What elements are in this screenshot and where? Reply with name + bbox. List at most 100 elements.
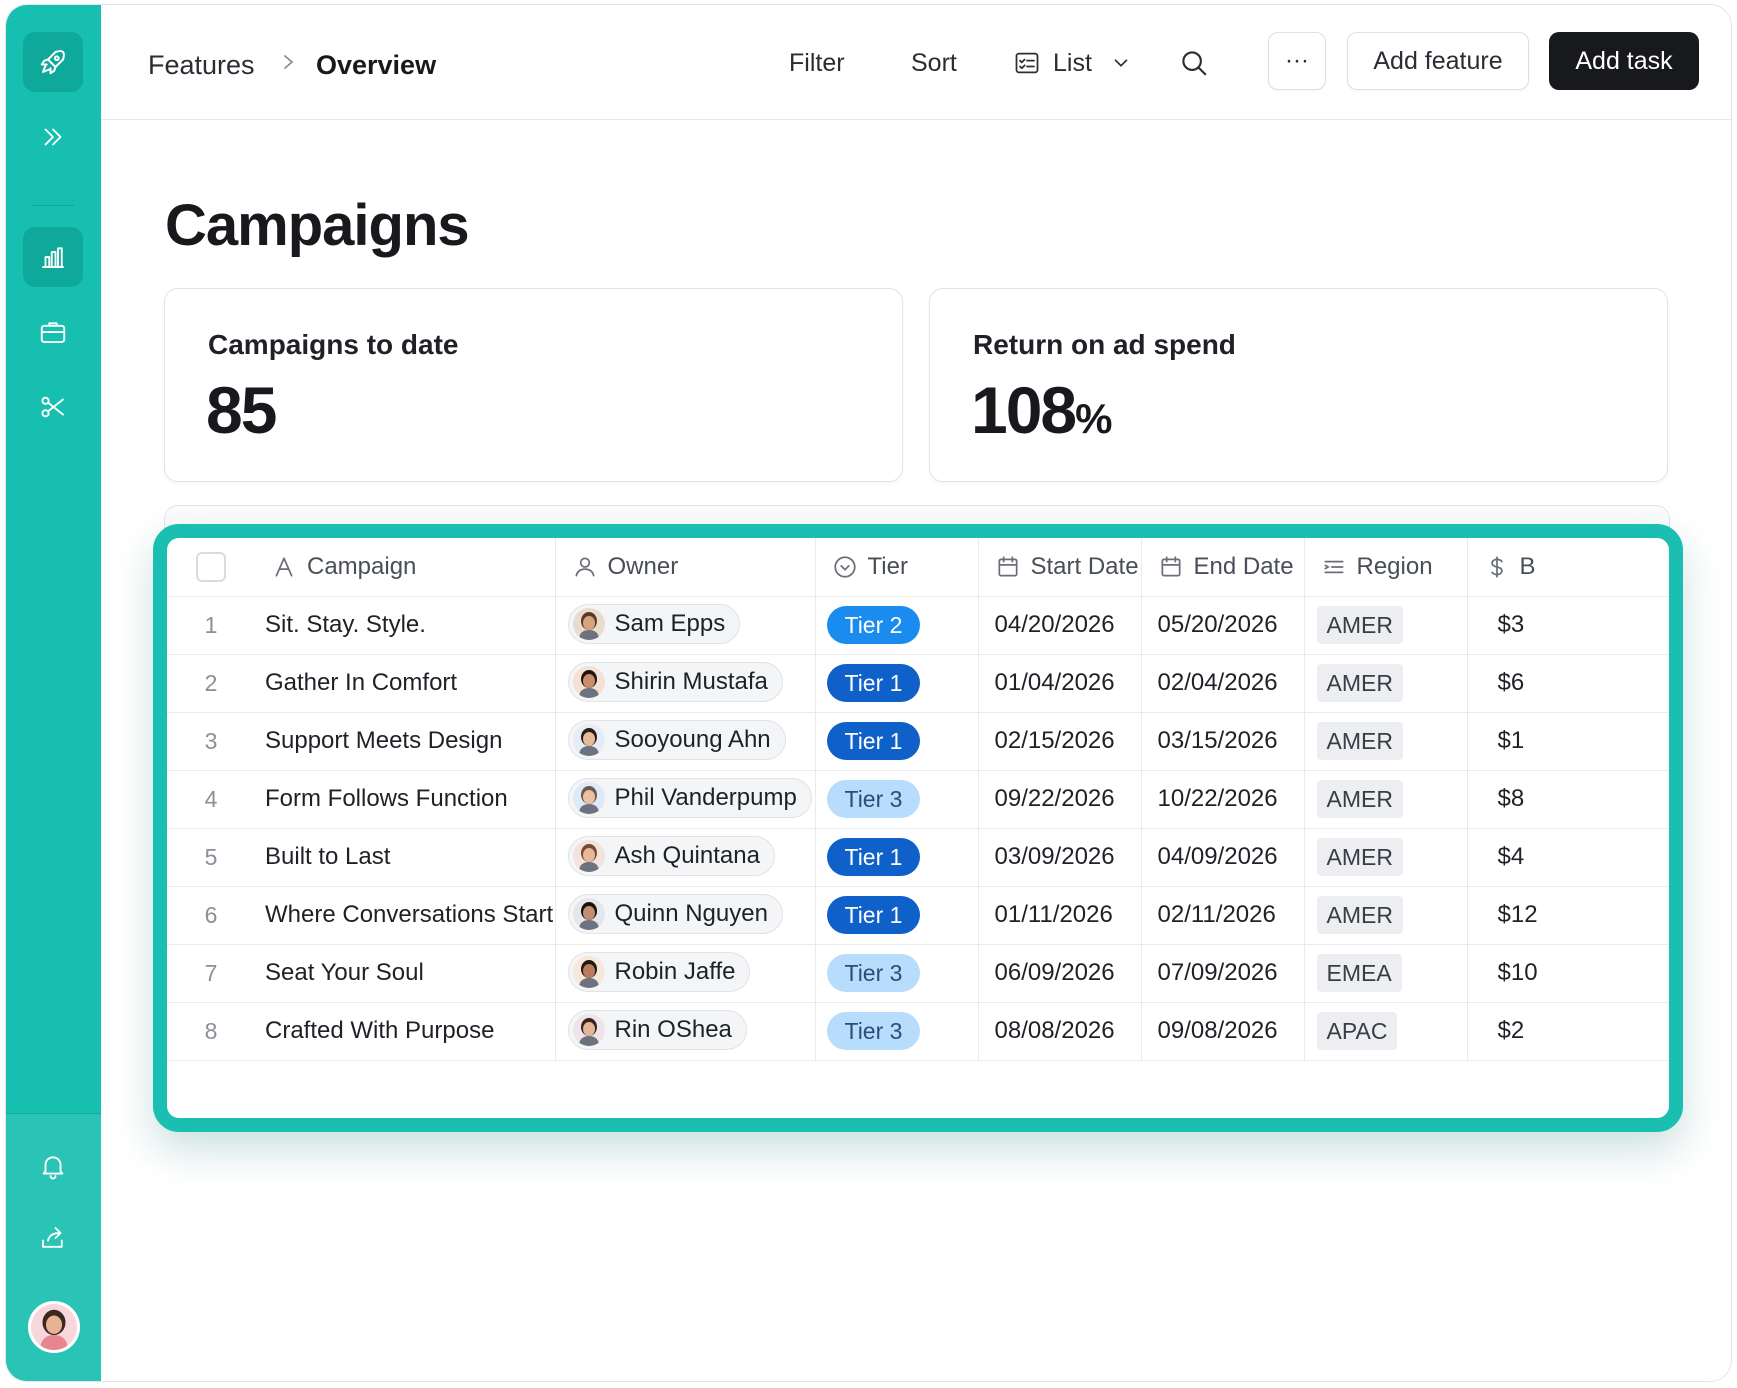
notifications-button[interactable] bbox=[23, 1136, 83, 1196]
end-date-cell[interactable]: 03/15/2026 bbox=[1141, 712, 1305, 771]
owner-chip[interactable]: Phil Vanderpump bbox=[567, 777, 812, 818]
start-date-cell[interactable]: 09/22/2026 bbox=[978, 770, 1142, 829]
column-header-end-date[interactable]: End Date bbox=[1141, 538, 1305, 597]
region-tag: AMER bbox=[1316, 722, 1403, 760]
owner-chip[interactable]: Quinn Nguyen bbox=[567, 893, 783, 934]
owner-cell[interactable]: Sam Epps bbox=[555, 596, 816, 655]
filter-button[interactable]: Filter bbox=[789, 49, 845, 78]
region-cell[interactable]: AMER bbox=[1304, 770, 1468, 829]
campaign-cell[interactable]: Sit. Stay. Style. bbox=[255, 596, 556, 655]
tier-cell[interactable]: Tier 3 bbox=[815, 944, 979, 1003]
start-date-cell[interactable]: 01/11/2026 bbox=[978, 886, 1142, 945]
select-all-checkbox[interactable] bbox=[196, 551, 226, 582]
end-date-cell[interactable]: 07/09/2026 bbox=[1141, 944, 1305, 1003]
campaign-cell[interactable]: Support Meets Design bbox=[255, 712, 556, 771]
budget-cell[interactable]: $2 bbox=[1467, 1002, 1669, 1061]
owner-cell[interactable]: Ash Quintana bbox=[555, 828, 816, 887]
owner-chip[interactable]: Sooyoung Ahn bbox=[567, 719, 786, 760]
share-button[interactable] bbox=[23, 1208, 83, 1268]
sidebar-item-analytics[interactable] bbox=[23, 227, 83, 287]
region-cell[interactable]: AMER bbox=[1304, 886, 1468, 945]
end-date-cell[interactable]: 05/20/2026 bbox=[1141, 596, 1305, 655]
end-date-cell[interactable]: 10/22/2026 bbox=[1141, 770, 1305, 829]
add-task-button[interactable]: Add task bbox=[1549, 32, 1699, 90]
column-header-region[interactable]: Region bbox=[1304, 538, 1468, 597]
campaign-cell[interactable]: Gather In Comfort bbox=[255, 654, 556, 713]
add-feature-button[interactable]: Add feature bbox=[1347, 32, 1529, 90]
column-header-campaign[interactable]: Campaign bbox=[255, 538, 556, 597]
table-row[interactable]: 2 Gather In Comfort Shirin Mustafa Tier 1 01… bbox=[167, 654, 1669, 713]
tier-cell[interactable]: Tier 3 bbox=[815, 1002, 979, 1061]
budget-cell[interactable]: $8 bbox=[1467, 770, 1669, 829]
owner-cell[interactable]: Phil Vanderpump bbox=[555, 770, 816, 829]
user-avatar[interactable] bbox=[28, 1301, 80, 1353]
campaign-cell[interactable]: Built to Last bbox=[255, 828, 556, 887]
owner-chip[interactable]: Ash Quintana bbox=[567, 835, 775, 876]
sort-button[interactable]: Sort bbox=[911, 49, 957, 78]
budget-cell[interactable]: $6 bbox=[1467, 654, 1669, 713]
campaign-cell[interactable]: Form Follows Function bbox=[255, 770, 556, 829]
owner-cell[interactable]: Shirin Mustafa bbox=[555, 654, 816, 713]
region-cell[interactable]: EMEA bbox=[1304, 944, 1468, 1003]
budget-cell[interactable]: $12 bbox=[1467, 886, 1669, 945]
table-row[interactable]: 8 Crafted With Purpose Rin OShea Tier 3 08/0… bbox=[167, 1002, 1669, 1061]
region-cell[interactable]: AMER bbox=[1304, 654, 1468, 713]
column-header-tier[interactable]: Tier bbox=[815, 538, 979, 597]
owner-chip[interactable]: Robin Jaffe bbox=[567, 951, 751, 992]
tier-cell[interactable]: Tier 1 bbox=[815, 654, 979, 713]
more-options-button[interactable]: ··· bbox=[1268, 32, 1326, 90]
campaign-cell[interactable]: Where Conversations Start bbox=[255, 886, 556, 945]
view-selector[interactable]: List bbox=[1013, 43, 1132, 83]
owner-cell[interactable]: Sooyoung Ahn bbox=[555, 712, 816, 771]
owner-chip[interactable]: Sam Epps bbox=[567, 603, 741, 644]
share-icon bbox=[42, 1227, 63, 1248]
owner-chip[interactable]: Rin OShea bbox=[567, 1009, 747, 1050]
tier-cell[interactable]: Tier 3 bbox=[815, 770, 979, 829]
tier-cell[interactable]: Tier 1 bbox=[815, 886, 979, 945]
start-date-cell[interactable]: 02/15/2026 bbox=[978, 712, 1142, 771]
start-date-cell[interactable]: 06/09/2026 bbox=[978, 944, 1142, 1003]
owner-chip[interactable]: Shirin Mustafa bbox=[567, 661, 783, 702]
tier-cell[interactable]: Tier 1 bbox=[815, 828, 979, 887]
owner-avatar bbox=[572, 607, 605, 640]
breadcrumb-features[interactable]: Features bbox=[148, 50, 255, 81]
table-row[interactable]: 3 Support Meets Design Sooyoung Ahn Tier 1 0… bbox=[167, 712, 1669, 771]
table-row[interactable]: 5 Built to Last Ash Quintana Tier 1 03/09/20… bbox=[167, 828, 1669, 887]
table-row[interactable]: 1 Sit. Stay. Style. Sam Epps Tier 2 04/20/20… bbox=[167, 596, 1669, 655]
budget-cell[interactable]: $1 bbox=[1467, 712, 1669, 771]
column-header-owner[interactable]: Owner bbox=[555, 538, 816, 597]
budget-cell[interactable]: $4 bbox=[1467, 828, 1669, 887]
row-number: 4 bbox=[167, 770, 255, 829]
campaign-cell[interactable]: Crafted With Purpose bbox=[255, 1002, 556, 1061]
owner-cell[interactable]: Rin OShea bbox=[555, 1002, 816, 1061]
table-row[interactable]: 7 Seat Your Soul Robin Jaffe Tier 3 06/09/20… bbox=[167, 944, 1669, 1003]
start-date-cell[interactable]: 04/20/2026 bbox=[978, 596, 1142, 655]
column-header-start-date[interactable]: Start Date bbox=[978, 538, 1142, 597]
region-cell[interactable]: AMER bbox=[1304, 828, 1468, 887]
region-cell[interactable]: AMER bbox=[1304, 596, 1468, 655]
tier-cell[interactable]: Tier 1 bbox=[815, 712, 979, 771]
home-rocket-button[interactable] bbox=[23, 32, 83, 92]
table-row[interactable]: 6 Where Conversations Start Quinn Nguyen Ti… bbox=[167, 886, 1669, 945]
start-date-cell[interactable]: 08/08/2026 bbox=[978, 1002, 1142, 1061]
end-date-cell[interactable]: 04/09/2026 bbox=[1141, 828, 1305, 887]
end-date-cell[interactable]: 02/04/2026 bbox=[1141, 654, 1305, 713]
campaign-cell[interactable]: Seat Your Soul bbox=[255, 944, 556, 1003]
sidebar-item-tools[interactable] bbox=[23, 377, 83, 437]
tier-cell[interactable]: Tier 2 bbox=[815, 596, 979, 655]
owner-cell[interactable]: Robin Jaffe bbox=[555, 944, 816, 1003]
end-date-cell[interactable]: 02/11/2026 bbox=[1141, 886, 1305, 945]
end-date-cell[interactable]: 09/08/2026 bbox=[1141, 1002, 1305, 1061]
region-cell[interactable]: APAC bbox=[1304, 1002, 1468, 1061]
budget-cell[interactable]: $3 bbox=[1467, 596, 1669, 655]
budget-cell[interactable]: $10 bbox=[1467, 944, 1669, 1003]
start-date-cell[interactable]: 01/04/2026 bbox=[978, 654, 1142, 713]
expand-sidebar-button[interactable] bbox=[23, 107, 83, 167]
sidebar-item-projects[interactable] bbox=[23, 302, 83, 362]
region-cell[interactable]: AMER bbox=[1304, 712, 1468, 771]
search-icon[interactable] bbox=[1179, 48, 1209, 78]
table-row[interactable]: 4 Form Follows Function Phil Vanderpump Tie… bbox=[167, 770, 1669, 829]
column-header-budget[interactable]: B bbox=[1467, 538, 1669, 597]
start-date-cell[interactable]: 03/09/2026 bbox=[978, 828, 1142, 887]
owner-cell[interactable]: Quinn Nguyen bbox=[555, 886, 816, 945]
